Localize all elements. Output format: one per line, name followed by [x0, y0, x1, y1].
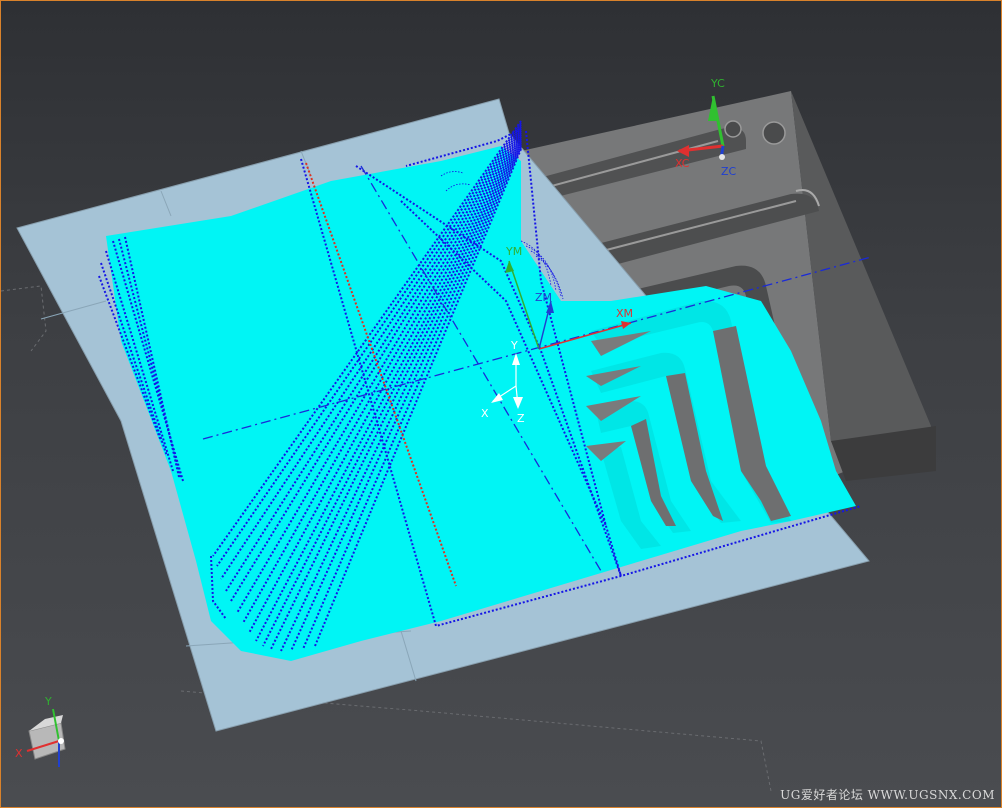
mcs-y-label: YM [505, 245, 522, 258]
graphics-window[interactable]: XM YM ZM Y X Z YC XC ZC Y X UG爱好者论坛 WWW.… [0, 0, 1002, 808]
wcs-x-label: XC [675, 157, 690, 170]
wcs-y-label: YC [710, 77, 725, 90]
forum-watermark: UG爱好者论坛 WWW.UGSNX.COM [780, 788, 995, 802]
mcs-z-label: ZM [535, 291, 552, 304]
work-z-label: Z [517, 412, 525, 425]
wcs-z-label: ZC [721, 165, 737, 178]
scene: XM YM ZM Y X Z YC XC ZC Y X [1, 77, 936, 792]
view-x-label: X [15, 747, 23, 760]
mcs-x-label: XM [616, 307, 633, 320]
work-y-label: Y [510, 339, 518, 352]
work-x-label: X [481, 407, 489, 420]
view-triad: Y X [15, 695, 66, 767]
view-y-label: Y [44, 695, 52, 708]
